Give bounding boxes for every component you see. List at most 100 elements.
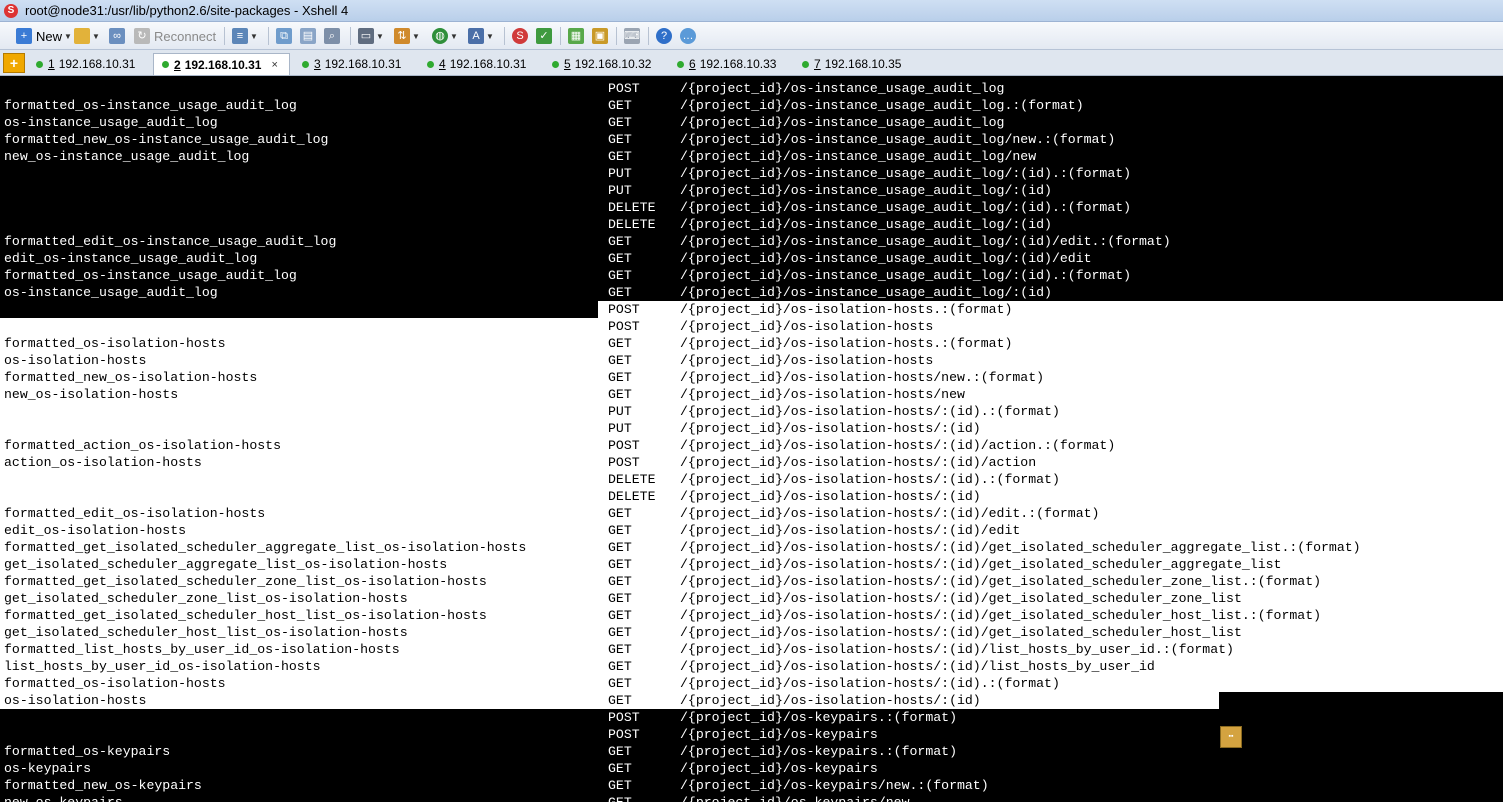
route-method: PUT [608,404,632,419]
tab-session-4[interactable]: 4 192.168.10.31 [427,53,526,75]
route-path: /{project_id}/os-keypairs/new [680,794,910,802]
route-path: /{project_id}/os-instance_usage_audit_lo… [680,183,1052,198]
route-method: GET [608,251,632,266]
route-path: /{project_id}/os-isolation-hosts/new.:(f… [680,370,1045,385]
chevron-down-icon[interactable]: ▼ [250,32,258,41]
route-method: GET [608,149,632,164]
keyboard-button[interactable]: ⌨ [624,26,640,46]
chevron-down-icon[interactable]: ▼ [486,32,494,41]
paste-button[interactable]: ▤ [300,26,316,46]
xftp-button[interactable]: S [512,26,528,46]
terminal-line: DELETE /{project_id}/os-isolation-hosts/:… [0,471,1503,488]
route-path: /{project_id}/os-isolation-hosts/:(id)/g… [680,608,1322,623]
route-name: os-keypairs [4,761,92,776]
tab-host: 192.168.10.31 [184,57,262,72]
terminal-line: POST /{project_id}/os-keypairs.:(format) [0,709,1503,726]
connected-status-icon [302,60,309,68]
terminal-line: POST /{project_id}/os-instance_usage_audi… [0,80,1503,97]
route-method: GET [608,625,632,640]
toolbar-separator [648,27,649,45]
ime-widget-icon[interactable]: ▪▪ [1220,726,1242,748]
chat-bubble-icon: … [680,28,696,44]
route-name: get_isolated_scheduler_host_list_os-isol… [4,625,408,640]
route-name: formatted_os-isolation-hosts [4,676,226,691]
find-button[interactable]: ⌕ [324,26,340,46]
terminal-line: DELETE /{project_id}/os-instance_usage_au… [0,216,1503,233]
terminal-line: formatted_new_os-isolation-hosts GET /{pro… [0,369,1503,386]
route-method: GET [608,132,632,147]
properties-button[interactable]: ≡ ▼ [232,26,258,46]
xshell-app-icon: S [4,4,18,18]
route-method: POST [608,81,640,96]
reconnect-button[interactable]: ↻ Reconnect [134,26,216,46]
print-button[interactable]: ▭ ▼ [358,26,384,46]
tab-session-7[interactable]: 7 192.168.10.35 [802,53,901,75]
chat-button[interactable]: … [680,26,696,46]
help-button[interactable]: ? [656,26,672,46]
terminal-line: POST /{project_id}/os-isolation-hosts [0,318,1503,335]
route-path: /{project_id}/os-isolation-hosts/:(id)/g… [680,591,1242,606]
font-icon: A [468,28,484,44]
printer-icon: ▭ [358,28,374,44]
encoding-button[interactable]: ◍ ▼ [432,26,458,46]
script-button[interactable]: ✓ [536,26,552,46]
terminal-line: formatted_new_os-keypairs GET /{project_id… [0,777,1503,794]
route-method: GET [608,353,632,368]
route-name: edit_os-instance_usage_audit_log [4,251,258,266]
add-session-button[interactable]: + [3,53,25,73]
tab-index: 6 [689,57,696,71]
tab-session-6[interactable]: 6 192.168.10.33 [677,53,776,75]
chevron-down-icon[interactable]: ▼ [450,32,458,41]
terminal-output[interactable]: POST /{project_id}/os-instance_usage_audi… [0,77,1503,802]
layout-button[interactable]: ▦ [568,26,584,46]
chevron-down-icon[interactable]: ▼ [64,32,72,41]
new-button[interactable]: + New ▼ [16,26,72,46]
route-path: /{project_id}/os-instance_usage_audit_lo… [680,200,1132,215]
terminal-line: action_os-isolation-hosts POST /{project_i… [0,454,1503,471]
open-button[interactable]: ▼ [74,26,100,46]
route-path: /{project_id}/os-isolation-hosts/:(id)/g… [680,557,1282,572]
chevron-down-icon[interactable]: ▼ [412,32,420,41]
disconnect-button[interactable]: ∞ [109,26,125,46]
lock-button[interactable]: ▣ [592,26,608,46]
tab-index: 7 [814,57,821,71]
route-name: formatted_new_os-keypairs [4,778,202,793]
route-name: formatted_new_os-isolation-hosts [4,370,258,385]
tab-session-5[interactable]: 5 192.168.10.32 [552,53,651,75]
route-method: GET [608,642,632,657]
chevron-down-icon[interactable]: ▼ [376,32,384,41]
terminal-line: formatted_get_isolated_scheduler_host_li… [0,607,1503,624]
script-icon: ✓ [536,28,552,44]
reconnect-icon: ↻ [134,28,150,44]
chevron-down-icon[interactable]: ▼ [92,32,100,41]
terminal-line: get_isolated_scheduler_aggregate_list_os… [0,556,1503,573]
tab-session-2[interactable]: 2 192.168.10.31 × [153,53,290,75]
terminal-line: new_os-isolation-hosts GET /{project_id}/o… [0,386,1503,403]
transfer-button[interactable]: ⇅ ▼ [394,26,420,46]
route-path: /{project_id}/os-instance_usage_audit_lo… [680,234,1171,249]
route-method: DELETE [608,472,656,487]
connected-status-icon [36,60,43,68]
route-name: formatted_list_hosts_by_user_id_os-isola… [4,642,400,657]
search-icon: ⌕ [324,28,340,44]
session-tabs: + 1 192.168.10.31 2 192.168.10.31 × 3 19… [0,50,1503,76]
transfer-icon: ⇅ [394,28,410,44]
copy-button[interactable]: ⧉ [276,26,292,46]
globe-icon: ◍ [432,28,448,44]
tab-session-3[interactable]: 3 192.168.10.31 [302,53,401,75]
route-name: formatted_get_isolated_scheduler_aggrega… [4,540,527,555]
terminal-line: formatted_os-instance_usage_audit_log GET… [0,97,1503,114]
terminal-line: formatted_new_os-instance_usage_audit_lo… [0,131,1503,148]
terminal-line: PUT /{project_id}/os-instance_usage_audit… [0,182,1503,199]
terminal-line: formatted_os-keypairs GET /{project_id}/os… [0,743,1503,760]
route-path: /{project_id}/os-instance_usage_audit_lo… [680,98,1084,113]
route-path: /{project_id}/os-isolation-hosts [680,353,934,368]
tab-session-1[interactable]: 1 192.168.10.31 [36,53,135,75]
window-title: root@node31:/usr/lib/python2.6/site-pack… [25,3,349,18]
route-name: formatted_os-keypairs [4,744,171,759]
close-icon[interactable]: × [271,59,277,71]
route-path: /{project_id}/os-isolation-hosts/:(id)/l… [680,642,1234,657]
font-button[interactable]: A ▼ [468,26,494,46]
lock-icon: ▣ [592,28,608,44]
route-path: /{project_id}/os-instance_usage_audit_lo… [680,132,1116,147]
